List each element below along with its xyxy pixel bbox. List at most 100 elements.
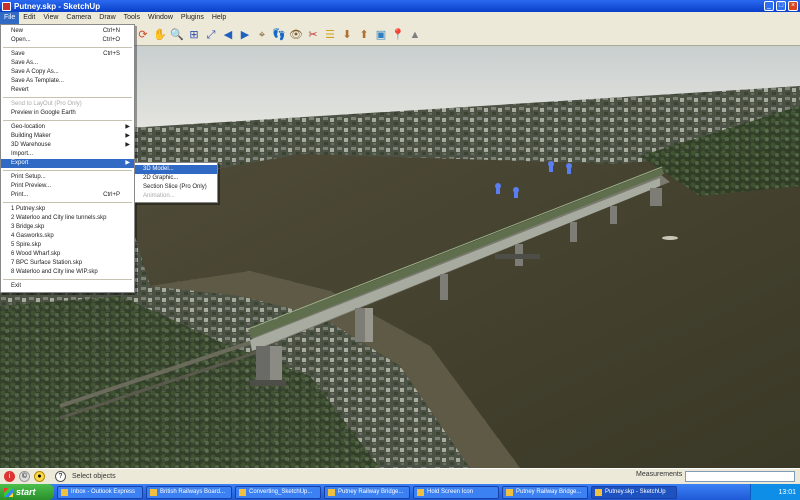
file-menu-item-label: Building Maker [11, 133, 51, 139]
file-menu-item[interactable]: Save A Copy As... [1, 68, 134, 77]
file-menu-item-label: Save A Copy As... [11, 69, 59, 75]
file-menu-item[interactable]: Revert [1, 86, 134, 95]
file-menu-item-label: Save As Template... [11, 78, 64, 84]
file-menu-item-label: Exit [11, 283, 22, 289]
status-text: Select objects [72, 473, 116, 480]
menu-view[interactable]: View [39, 12, 62, 24]
taskbar-button-label: Putney Railway Bridge... [516, 489, 582, 495]
taskbar-button[interactable]: British Railways Board... [146, 485, 232, 499]
task-app-icon [328, 488, 335, 496]
georeference-icon[interactable]: i [4, 471, 15, 482]
zoom-window-icon[interactable]: ⊞ [186, 27, 202, 43]
pan-icon[interactable]: ✋ [152, 27, 168, 43]
position-camera-icon[interactable]: ⌖ [254, 27, 270, 43]
user-icon[interactable]: ● [34, 471, 45, 482]
file-menu-item-label: New [11, 28, 24, 34]
walk-icon[interactable]: 👣 [271, 27, 287, 43]
file-menu-item[interactable]: 6 Wood Wharf.skp [1, 250, 134, 259]
file-menu-item[interactable]: Print Preview... [1, 182, 134, 191]
shortcut-label: Ctrl+S [103, 51, 120, 57]
section-plane-icon[interactable]: ✂ [305, 27, 321, 43]
export-submenu-item[interactable]: 3D Model... [135, 165, 217, 174]
task-app-icon [595, 488, 602, 496]
close-button[interactable]: × [788, 1, 798, 11]
taskbar-button[interactable]: Putney Railway Bridge... [502, 485, 588, 499]
get-models-icon[interactable]: ⬇ [339, 27, 355, 43]
status-bar: i © ● ? Select objects Measurements [0, 468, 800, 484]
file-menu-item-label: 4 Gasworks.skp [11, 233, 54, 239]
file-menu-item-label: Print Preview... [11, 183, 52, 189]
title-bar: Putney.skp - SketchUp _ □ × [0, 0, 800, 12]
add-location-icon[interactable]: 📍 [390, 27, 406, 43]
menu-window[interactable]: Window [144, 12, 177, 24]
layers-icon[interactable]: ☰ [322, 27, 338, 43]
minimize-button[interactable]: _ [764, 1, 774, 11]
file-menu-item[interactable]: Print Setup... [1, 173, 134, 182]
file-menu-item-label: Print... [11, 192, 29, 198]
measurements-input[interactable] [685, 471, 795, 482]
clock: 13:01 [778, 488, 796, 496]
task-app-icon [150, 488, 157, 496]
file-menu-item[interactable]: 4 Gasworks.skp [1, 232, 134, 241]
taskbar-button[interactable]: Hold Screen Icon [413, 485, 499, 499]
menu-separator [3, 279, 132, 280]
file-menu-item-label: Import... [11, 151, 34, 157]
previous-view-icon[interactable]: ◀ [220, 27, 236, 43]
file-menu-item[interactable]: 3D Warehouse ▶ [1, 141, 134, 150]
menu-plugins[interactable]: Plugins [177, 12, 208, 24]
photo-texture-icon[interactable]: ▣ [373, 27, 389, 43]
zoom-extents-icon[interactable]: ⤢ [203, 27, 219, 43]
menu-help[interactable]: Help [208, 12, 230, 24]
taskbar-button[interactable]: Putney.skp - SketchUp [591, 485, 677, 499]
file-menu-item[interactable]: 3 Bridge.skp [1, 223, 134, 232]
zoom-icon[interactable]: 🔍 [169, 27, 185, 43]
file-menu-item[interactable]: Geo-location ▶ [1, 123, 134, 132]
file-menu-dropdown: New Ctrl+N Open... Ctrl+O Save Ctrl+S Save As.… [0, 24, 135, 293]
menu-bar: File Edit View Camera Draw Tools Window Plugins… [0, 12, 800, 24]
taskbar-button[interactable]: Inbox - Outlook Express [57, 485, 143, 499]
file-menu-item-label: 1 Putney.skp [11, 206, 46, 212]
file-menu-item[interactable]: 2 Waterloo and City line tunnels.skp [1, 214, 134, 223]
file-menu-item[interactable]: Open... Ctrl+O [1, 36, 134, 45]
share-model-icon[interactable]: ⬆ [356, 27, 372, 43]
menu-edit[interactable]: Edit [19, 12, 39, 24]
menu-separator [3, 120, 132, 121]
file-menu-item[interactable]: Exit [1, 282, 134, 291]
file-menu-item[interactable]: Export ▶ [1, 159, 134, 168]
file-menu-item-label: 2 Waterloo and City line tunnels.skp [11, 215, 107, 221]
look-around-icon[interactable]: 👁 [288, 27, 304, 43]
file-menu-item[interactable]: Print... Ctrl+P [1, 191, 134, 200]
system-tray: 13:01 [750, 484, 800, 500]
orbit-icon[interactable]: ⟳ [135, 27, 151, 43]
sketchup-app-icon[interactable] [2, 1, 11, 11]
file-menu-item[interactable]: Save As Template... [1, 77, 134, 86]
credits-icon[interactable]: © [19, 471, 30, 482]
file-menu-item[interactable]: Building Maker ▶ [1, 132, 134, 141]
toggle-terrain-icon[interactable]: ▲ [407, 27, 423, 43]
menu-camera[interactable]: Camera [62, 12, 95, 24]
export-submenu-item[interactable]: Section Slice (Pro Only) [135, 183, 217, 192]
file-menu-item[interactable]: New Ctrl+N [1, 27, 134, 36]
file-menu-item[interactable]: 1 Putney.skp [1, 205, 134, 214]
menu-separator [3, 97, 132, 98]
menu-file[interactable]: File [0, 12, 20, 24]
taskbar-button[interactable]: Putney Railway Bridge... [324, 485, 410, 499]
menu-draw[interactable]: Draw [95, 12, 119, 24]
menu-tools[interactable]: Tools [120, 12, 144, 24]
file-menu-item[interactable]: Save Ctrl+S [1, 50, 134, 59]
taskbar-button[interactable]: Converting_SketchUp... [235, 485, 321, 499]
maximize-button[interactable]: □ [776, 1, 786, 11]
start-button[interactable]: start [0, 484, 54, 500]
submenu-arrow-icon: ▶ [125, 142, 130, 148]
file-menu-item[interactable]: Save As... [1, 59, 134, 68]
file-menu-item[interactable]: Import... [1, 150, 134, 159]
help-icon[interactable]: ? [55, 471, 66, 482]
file-menu-item[interactable]: 5 Spire.skp [1, 241, 134, 250]
export-submenu-item[interactable]: 2D Graphic... [135, 174, 217, 183]
file-menu-item[interactable]: 8 Waterloo and City line WIP.skp [1, 268, 134, 277]
menu-separator [3, 170, 132, 171]
file-menu-item[interactable]: Preview in Google Earth [1, 109, 134, 118]
next-view-icon[interactable]: ▶ [237, 27, 253, 43]
file-menu-item-label: 7 BPC Surface Station.skp [11, 260, 83, 266]
file-menu-item[interactable]: 7 BPC Surface Station.skp [1, 259, 134, 268]
